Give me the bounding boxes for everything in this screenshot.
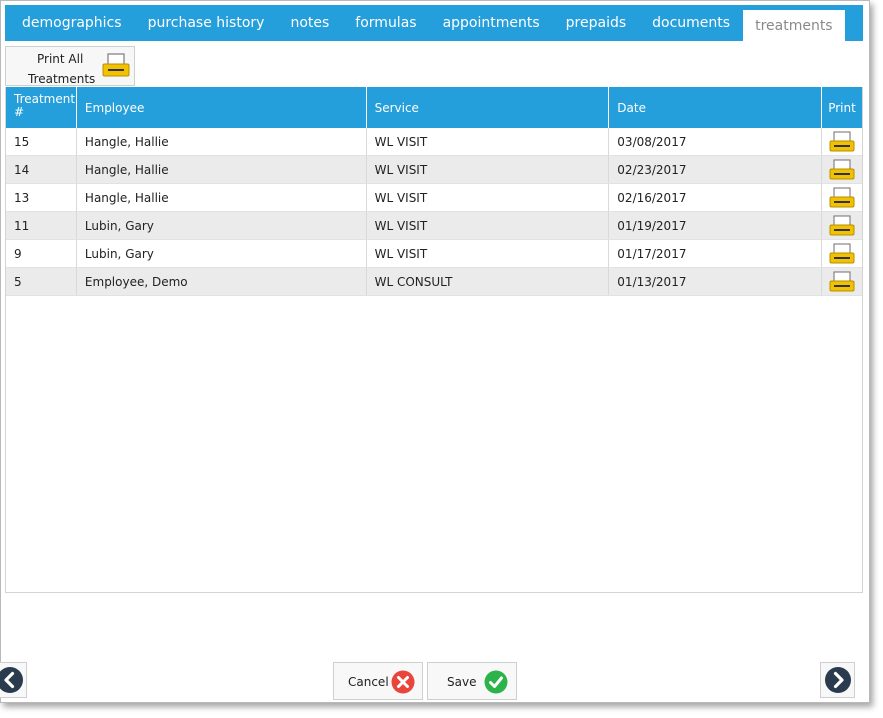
printer-icon — [102, 53, 130, 82]
table-row[interactable]: 5 Employee, Demo WL CONSULT 01/13/2017 — [6, 268, 862, 296]
tab-purchase-history[interactable]: purchase history — [135, 5, 278, 41]
table-row[interactable]: 15 Hangle, Hallie WL VISIT 03/08/2017 — [6, 128, 862, 156]
cell-service: WL CONSULT — [367, 268, 610, 295]
printer-icon[interactable] — [829, 242, 855, 265]
cell-print — [822, 268, 862, 295]
cell-date: 01/13/2017 — [609, 268, 823, 295]
print-all-label-line1: Print All — [37, 52, 84, 66]
cell-treatment-number: 14 — [6, 156, 77, 183]
cell-date: 01/17/2017 — [609, 240, 823, 267]
tab-demographics[interactable]: demographics — [5, 5, 135, 41]
cell-print — [822, 156, 862, 183]
cell-service: WL VISIT — [367, 212, 610, 239]
cell-treatment-number: 11 — [6, 212, 77, 239]
cell-service: WL VISIT — [367, 184, 610, 211]
header-treatment-number[interactable]: Treatment # — [6, 87, 77, 128]
table-row[interactable]: 13 Hangle, Hallie WL VISIT 02/16/2017 — [6, 184, 862, 212]
cell-service: WL VISIT — [367, 240, 610, 267]
cell-treatment-number: 9 — [6, 240, 77, 267]
cell-employee: Employee, Demo — [77, 268, 367, 295]
next-button[interactable] — [820, 662, 855, 698]
print-all-label-line2: Treatments — [28, 72, 96, 86]
cell-treatment-number: 13 — [6, 184, 77, 211]
table-row[interactable]: 14 Hangle, Hallie WL VISIT 02/23/2017 — [6, 156, 862, 184]
tab-appointments[interactable]: appointments — [430, 5, 553, 41]
tab-prepaids[interactable]: prepaids — [553, 5, 639, 41]
previous-button[interactable] — [0, 662, 27, 698]
tab-documents[interactable]: documents — [639, 5, 743, 41]
cell-date: 02/23/2017 — [609, 156, 823, 183]
printer-icon[interactable] — [829, 270, 855, 293]
header-service[interactable]: Service — [367, 87, 610, 128]
table-row[interactable]: 9 Lubin, Gary WL VISIT 01/17/2017 — [6, 240, 862, 268]
cell-employee: Hangle, Hallie — [77, 156, 367, 183]
dialog-window: demographics purchase history notes form… — [0, 0, 870, 703]
tab-bar: demographics purchase history notes form… — [5, 5, 863, 41]
header-print: Print — [828, 100, 856, 115]
cell-date: 02/16/2017 — [609, 184, 823, 211]
table-header: Treatment # Employee Service Date Print — [6, 87, 862, 128]
cell-treatment-number: 5 — [6, 268, 77, 295]
save-button[interactable]: Save — [427, 662, 517, 700]
cell-employee: Lubin, Gary — [77, 212, 367, 239]
printer-icon[interactable] — [829, 214, 855, 237]
cancel-label: Cancel — [348, 675, 389, 689]
cell-employee: Hangle, Hallie — [77, 184, 367, 211]
tab-treatments[interactable]: treatments — [743, 10, 845, 41]
printer-icon[interactable] — [829, 130, 855, 153]
cell-print — [822, 212, 862, 239]
cancel-button[interactable]: Cancel — [333, 662, 423, 700]
cell-print — [822, 184, 862, 211]
checkmark-icon — [484, 670, 508, 697]
cell-date: 03/08/2017 — [609, 128, 823, 155]
treatments-table: Treatment # Employee Service Date Print … — [5, 87, 863, 593]
header-date[interactable]: Date — [609, 87, 823, 128]
cell-employee: Lubin, Gary — [77, 240, 367, 267]
save-label: Save — [447, 675, 477, 689]
header-employee[interactable]: Employee — [77, 87, 367, 128]
cell-service: WL VISIT — [367, 128, 610, 155]
cell-treatment-number: 15 — [6, 128, 77, 155]
cell-print — [822, 240, 862, 267]
tab-formulas[interactable]: formulas — [342, 5, 429, 41]
cell-print — [822, 128, 862, 155]
table-row[interactable]: 11 Lubin, Gary WL VISIT 01/19/2017 — [6, 212, 862, 240]
cell-date: 01/19/2017 — [609, 212, 823, 239]
print-all-treatments-button[interactable]: Print All Treatments — [5, 46, 135, 86]
printer-icon[interactable] — [829, 158, 855, 181]
printer-icon[interactable] — [829, 186, 855, 209]
tab-notes[interactable]: notes — [277, 5, 342, 41]
cell-employee: Hangle, Hallie — [77, 128, 367, 155]
cell-service: WL VISIT — [367, 156, 610, 183]
close-icon — [391, 670, 415, 697]
